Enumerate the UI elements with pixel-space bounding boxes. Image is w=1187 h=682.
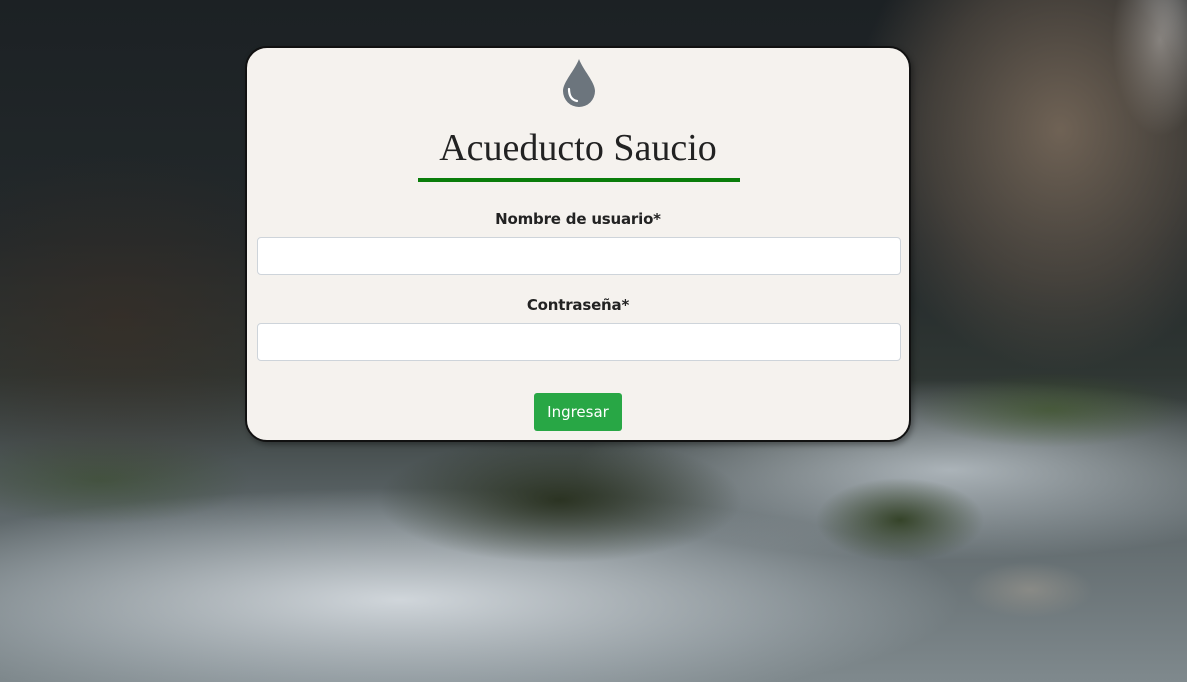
login-card: Acueducto Saucio Nombre de usuario* Cont… [245, 46, 911, 442]
title-underline [418, 178, 740, 182]
login-button[interactable]: Ingresar [534, 393, 622, 431]
password-input[interactable] [257, 323, 901, 361]
username-input[interactable] [257, 237, 901, 275]
password-label: Contraseña* [526, 296, 630, 314]
brand-title: Acueducto Saucio [439, 127, 717, 169]
water-drop-icon [563, 59, 595, 107]
username-label: Nombre de usuario* [495, 210, 661, 228]
